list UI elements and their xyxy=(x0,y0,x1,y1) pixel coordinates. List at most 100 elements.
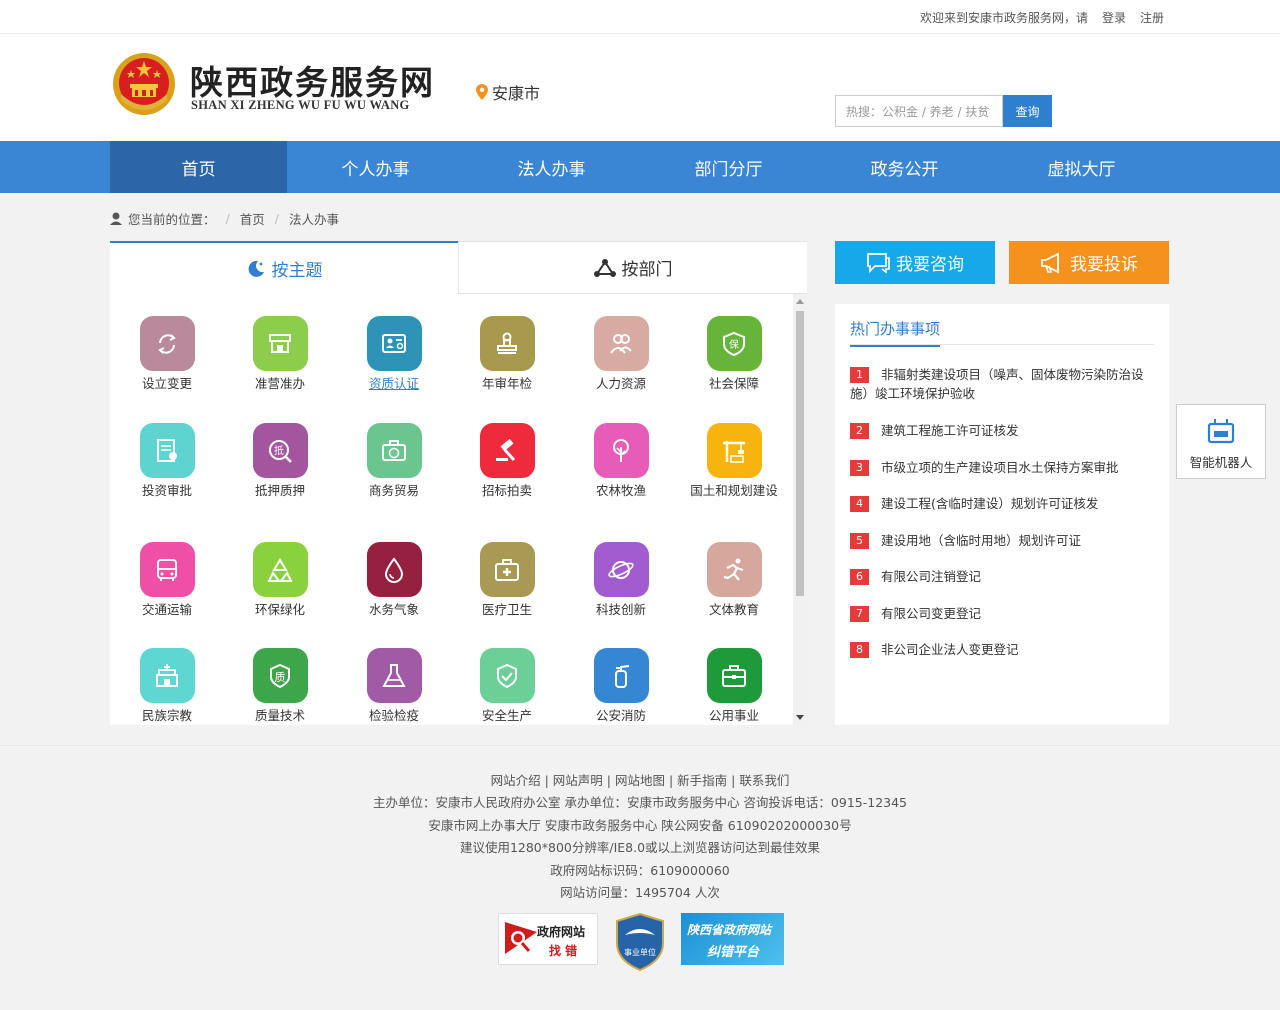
footer-links: 网站介绍 | 网站声明 | 网站地图 | 新手指南 | 联系我们 xyxy=(490,773,790,788)
hot-service-item[interactable]: 8 非公司企业法人变更登记 xyxy=(850,640,1154,659)
theme-item-label: 资质认证 xyxy=(368,376,419,391)
briefcase-yen-icon xyxy=(366,423,422,478)
nav-departments[interactable]: 部门分厅 xyxy=(640,141,817,193)
hot-service-item[interactable]: 4 建设工程(含临时建设）规划许可证核发 xyxy=(850,494,1154,513)
top-bar: 欢迎来到安康市政务服务网，请 登录 注册 xyxy=(0,0,1280,34)
theme-item[interactable]: 安全生产 xyxy=(457,648,557,723)
hot-service-item[interactable]: 1 非辐射类建设项目（噪声、固体废物污染防治设施）竣工环境保护验收 xyxy=(850,365,1154,403)
footer-organizer: 主办单位：安康市人民政府办公室 承办单位：安康市政务服务中心 咨询投诉电话：09… xyxy=(372,795,908,810)
hot-service-item[interactable]: 2 建筑工程施工许可证核发 xyxy=(850,421,1154,440)
main-nav: 首页 个人办事 法人办事 部门分厅 政务公开 虚拟大厅 xyxy=(0,141,1280,193)
register-link[interactable]: 注册 xyxy=(1140,9,1164,26)
crane-icon xyxy=(706,423,762,478)
scrollbar-thumb[interactable] xyxy=(796,311,804,596)
complain-button[interactable]: 我要投诉 xyxy=(1009,241,1169,284)
public-institution-badge[interactable]: 事业单位 xyxy=(615,912,665,972)
hot-service-item[interactable]: 6 有限公司注销登记 xyxy=(850,567,1154,586)
tab-by-department[interactable]: 按部门 xyxy=(458,241,807,294)
rank-badge: 7 xyxy=(850,606,869,622)
theme-item[interactable]: 投资审批 xyxy=(117,423,217,498)
search-input[interactable]: 热搜：公积金 / 养老 / 扶贫 xyxy=(835,95,1003,127)
store-icon xyxy=(252,316,308,371)
theme-item[interactable]: 文体教育 xyxy=(684,542,784,617)
theme-item-label: 文体教育 xyxy=(708,602,759,617)
city-name: 安康市 xyxy=(492,84,541,103)
theme-item[interactable]: 国土和规划建设 xyxy=(684,423,784,498)
scroll-up-arrow-icon[interactable] xyxy=(796,299,804,304)
service-panel: 按主题 按部门 设立变更 准营准办 资质认证 年审年检 人力资源 保社会保障投资审批 抵抵押… xyxy=(110,241,807,725)
theme-item[interactable]: 抵抵押质押 xyxy=(230,423,330,498)
nav-gov-affairs[interactable]: 政务公开 xyxy=(816,141,993,193)
hot-service-item[interactable]: 3 市级立项的生产建设项目水土保持方案审批 xyxy=(850,458,1154,477)
provincial-error-platform-badge[interactable]: 陕西省政府网站 纠错平台 xyxy=(681,913,784,965)
breadcrumb-home[interactable]: 首页 xyxy=(240,209,265,228)
site-header: 陕西政务服务网 SHAN XI ZHENG WU FU WU WANG 安康市 … xyxy=(0,34,1280,141)
certificate-icon xyxy=(366,316,422,371)
theme-item[interactable]: 设立变更 xyxy=(117,316,217,391)
theme-item[interactable]: 公安消防 xyxy=(571,648,671,723)
theme-item[interactable]: 检验检疫 xyxy=(344,648,444,723)
theme-item-label: 农林牧渔 xyxy=(595,483,646,498)
theme-item[interactable]: 民族宗教 xyxy=(117,648,217,723)
hot-service-text: 建设工程(含临时建设）规划许可证核发 xyxy=(881,496,1099,511)
site-subtitle: SHAN XI ZHENG WU FU WU WANG xyxy=(191,98,410,112)
theme-item[interactable]: 人力资源 xyxy=(571,316,671,391)
footer-link-sitemap[interactable]: 网站地图 xyxy=(615,773,665,788)
consult-button[interactable]: 我要咨询 xyxy=(835,241,995,284)
smart-robot-button[interactable]: 智能机器人 xyxy=(1176,404,1266,479)
rank-badge: 6 xyxy=(850,569,869,585)
safety-shield-icon xyxy=(479,648,535,703)
hot-services-panel: 热门办事事项 1 非辐射类建设项目（噪声、固体废物污染防治设施）竣工环境保护验收 2… xyxy=(835,304,1169,725)
hot-service-item[interactable]: 7 有限公司变更登记 xyxy=(850,604,1154,623)
site-title: 陕西政务服务网 xyxy=(190,63,435,102)
footer-link-contact[interactable]: 联系我们 xyxy=(739,773,789,788)
search-button[interactable]: 查询 xyxy=(1003,95,1052,127)
theme-item[interactable]: 准营准办 xyxy=(230,316,330,391)
toolbox-icon xyxy=(706,648,762,703)
theme-item[interactable]: 医疗卫生 xyxy=(457,542,557,617)
hot-service-text: 非辐射类建设项目（噪声、固体废物污染防治设施）竣工环境保护验收 xyxy=(850,367,1144,401)
theme-item[interactable]: 招标拍卖 xyxy=(457,423,557,498)
theme-item[interactable]: 公用事业 xyxy=(684,648,784,723)
theme-item[interactable]: 交通运输 xyxy=(117,542,217,617)
nav-legal-person[interactable]: 法人办事 xyxy=(463,141,640,193)
theme-item[interactable]: 质质量技术 xyxy=(230,648,330,723)
footer-link-guide[interactable]: 新手指南 xyxy=(677,773,727,788)
consult-label: 我要咨询 xyxy=(896,255,964,275)
hot-service-item[interactable]: 5 建设用地（含临时用地）规划许可证 xyxy=(850,531,1154,550)
welcome-text: 欢迎来到安康市政务服务网，请 xyxy=(919,11,1088,25)
national-emblem-icon[interactable] xyxy=(111,50,177,118)
runner-icon xyxy=(706,542,762,597)
nav-virtual-hall[interactable]: 虚拟大厅 xyxy=(993,141,1170,193)
footer-link-statement[interactable]: 网站声明 xyxy=(553,773,603,788)
hot-service-text: 有限公司变更登记 xyxy=(881,606,982,621)
breadcrumb-separator: / xyxy=(274,211,279,226)
theme-item[interactable]: 农林牧渔 xyxy=(571,423,671,498)
nav-home[interactable]: 首页 xyxy=(110,141,287,193)
tab-by-theme[interactable]: 按主题 xyxy=(110,241,458,294)
org-tree-icon xyxy=(593,258,616,277)
theme-item[interactable]: 商务贸易 xyxy=(344,423,444,498)
theme-item[interactable]: 年审年检 xyxy=(457,316,557,391)
theme-item-label: 安全生产 xyxy=(481,708,532,723)
extinguisher-icon xyxy=(593,648,649,703)
theme-item-label: 医疗卫生 xyxy=(481,602,532,617)
scroll-down-arrow-icon[interactable] xyxy=(796,715,804,720)
theme-item[interactable]: 资质认证 xyxy=(344,316,444,391)
city-selector[interactable]: 安康市 xyxy=(476,80,540,104)
theme-item[interactable]: 保社会保障 xyxy=(684,316,784,391)
tab-theme-label: 按主题 xyxy=(271,261,323,281)
magnifier-flag-icon xyxy=(505,922,537,954)
login-link[interactable]: 登录 xyxy=(1102,9,1126,26)
badge2-text: 事业单位 xyxy=(624,948,656,957)
recycle-icon xyxy=(252,542,308,597)
stamp-icon xyxy=(479,316,535,371)
gov-site-error-badge[interactable]: 政府网站 找 错 xyxy=(498,913,598,965)
theme-item[interactable]: 水务气象 xyxy=(344,542,444,617)
theme-item-label: 投资审批 xyxy=(141,483,192,498)
theme-item[interactable]: 科技创新 xyxy=(571,542,671,617)
nav-personal[interactable]: 个人办事 xyxy=(287,141,464,193)
footer-link-about[interactable]: 网站介绍 xyxy=(491,773,541,788)
institution-shield-icon xyxy=(616,912,664,972)
theme-item[interactable]: 环保绿化 xyxy=(230,542,330,617)
